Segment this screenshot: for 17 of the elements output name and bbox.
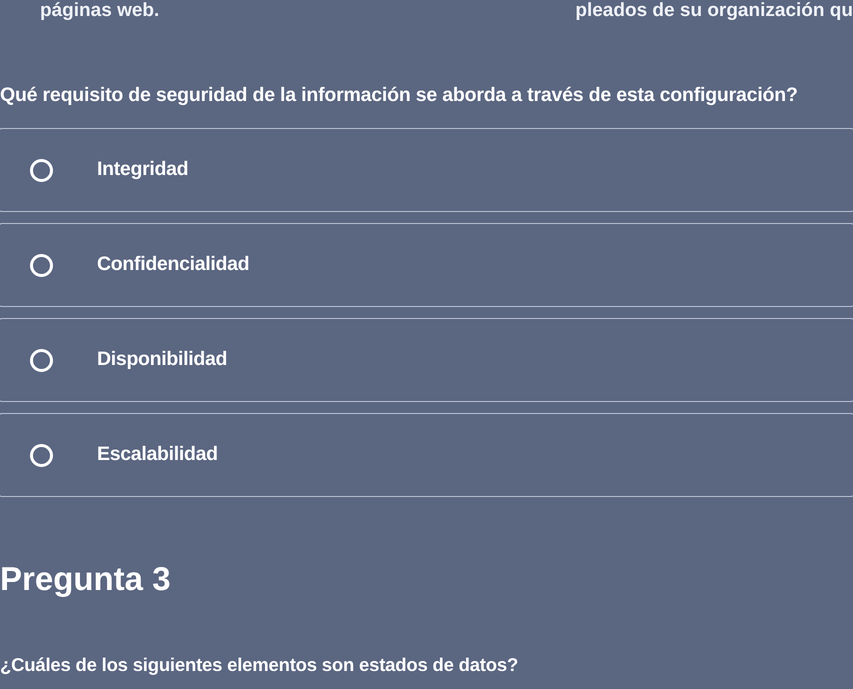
question-text: ¿Cuáles de los siguientes elementos son estados de datos?: [0, 654, 520, 676]
text-fragment: páginas web.: [40, 0, 160, 22]
question-heading: Pregunta 3: [0, 560, 172, 598]
radio-button[interactable]: [30, 158, 53, 182]
answer-option[interactable]: Escalabilidad: [0, 413, 853, 497]
question-text: Qué requisito de seguridad de la información se aborda a través de esta configuración?: [0, 83, 799, 107]
answer-option[interactable]: Confidencialidad: [0, 223, 853, 307]
option-label: Integridad: [97, 157, 188, 182]
option-label: Escalabilidad: [97, 442, 218, 468]
radio-button[interactable]: [30, 254, 53, 276]
option-label: Confidencialidad: [97, 252, 250, 278]
answer-option[interactable]: Integridad: [0, 128, 853, 212]
answer-option[interactable]: Disponibilidad: [0, 318, 853, 402]
option-label: Disponibilidad: [97, 347, 228, 372]
text-fragment: pleados de su organización qu: [575, 0, 853, 22]
radio-button[interactable]: [30, 348, 53, 372]
radio-button[interactable]: [30, 444, 53, 466]
